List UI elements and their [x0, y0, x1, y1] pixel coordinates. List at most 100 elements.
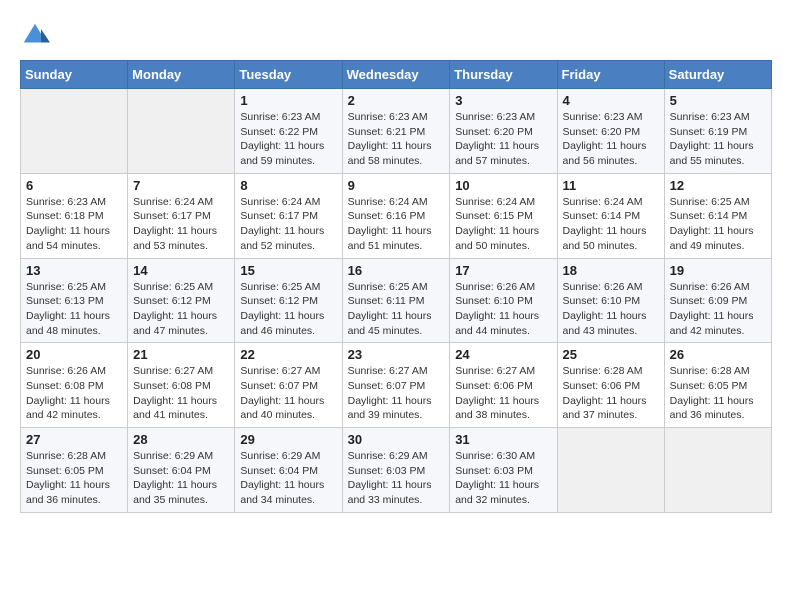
column-header-wednesday: Wednesday	[342, 61, 450, 89]
day-number: 22	[240, 347, 336, 362]
day-info: Sunrise: 6:27 AM Sunset: 6:08 PM Dayligh…	[133, 364, 229, 423]
calendar-cell: 6 Sunrise: 6:23 AM Sunset: 6:18 PM Daylig…	[21, 173, 128, 258]
day-number: 5	[670, 93, 766, 108]
column-header-tuesday: Tuesday	[235, 61, 342, 89]
calendar-cell: 17Sunrise: 6:26 AM Sunset: 6:10 PM Dayli…	[450, 258, 557, 343]
day-info: Sunrise: 6:29 AM Sunset: 6:04 PM Dayligh…	[133, 449, 229, 508]
calendar-cell: 28 Sunrise: 6:29 AM Sunset: 6:04 PM Dayli…	[128, 428, 235, 513]
day-number: 2	[348, 93, 445, 108]
day-info: Sunrise: 6:23 AM Sunset: 6:19 PM Dayligh…	[670, 110, 766, 169]
day-info: Sunrise: 6:27 AM Sunset: 6:07 PM Dayligh…	[240, 364, 336, 423]
day-info: Sunrise: 6:24 AM Sunset: 6:17 PM Dayligh…	[240, 195, 336, 254]
calendar-cell: 15 Sunrise: 6:25 AM Sunset: 6:12 PM Dayli…	[235, 258, 342, 343]
calendar-cell: 20 Sunrise: 6:26 AM Sunset: 6:08 PM Dayli…	[21, 343, 128, 428]
calendar-cell: 1 Sunrise: 6:23 AM Sunset: 6:22 PM Daylig…	[235, 89, 342, 174]
day-number: 18	[563, 263, 659, 278]
day-number: 8	[240, 178, 336, 193]
day-info: Sunrise: 6:23 AM Sunset: 6:21 PM Dayligh…	[348, 110, 445, 169]
calendar-cell: 19 Sunrise: 6:26 AM Sunset: 6:09 PM Dayli…	[664, 258, 771, 343]
day-info: Sunrise: 6:23 AM Sunset: 6:22 PM Dayligh…	[240, 110, 336, 169]
calendar-cell: 24Sunrise: 6:27 AM Sunset: 6:06 PM Dayli…	[450, 343, 557, 428]
day-number: 14	[133, 263, 229, 278]
day-info: Sunrise: 6:30 AM Sunset: 6:03 PM Dayligh…	[455, 449, 551, 508]
day-number: 4	[563, 93, 659, 108]
day-info: Sunrise: 6:28 AM Sunset: 6:05 PM Dayligh…	[26, 449, 122, 508]
day-number: 12	[670, 178, 766, 193]
day-number: 7	[133, 178, 229, 193]
calendar-cell: 4 Sunrise: 6:23 AM Sunset: 6:20 PM Daylig…	[557, 89, 664, 174]
calendar-cell	[664, 428, 771, 513]
day-number: 1	[240, 93, 336, 108]
day-info: Sunrise: 6:28 AM Sunset: 6:05 PM Dayligh…	[670, 364, 766, 423]
day-number: 28	[133, 432, 229, 447]
day-info: Sunrise: 6:25 AM Sunset: 6:11 PM Dayligh…	[348, 280, 445, 339]
day-number: 19	[670, 263, 766, 278]
calendar-cell: 10 Sunrise: 6:24 AM Sunset: 6:15 PM Dayli…	[450, 173, 557, 258]
day-number: 23	[348, 347, 445, 362]
calendar-cell: 3Sunrise: 6:23 AM Sunset: 6:20 PM Daylig…	[450, 89, 557, 174]
week-row-3: 13 Sunrise: 6:25 AM Sunset: 6:13 PM Dayli…	[21, 258, 772, 343]
calendar-cell: 7 Sunrise: 6:24 AM Sunset: 6:17 PM Daylig…	[128, 173, 235, 258]
calendar-cell: 21 Sunrise: 6:27 AM Sunset: 6:08 PM Dayli…	[128, 343, 235, 428]
day-info: Sunrise: 6:26 AM Sunset: 6:08 PM Dayligh…	[26, 364, 122, 423]
calendar-cell: 13 Sunrise: 6:25 AM Sunset: 6:13 PM Dayli…	[21, 258, 128, 343]
calendar-cell: 14Sunrise: 6:25 AM Sunset: 6:12 PM Dayli…	[128, 258, 235, 343]
calendar-cell	[557, 428, 664, 513]
day-number: 26	[670, 347, 766, 362]
logo-icon	[20, 20, 50, 50]
day-info: Sunrise: 6:27 AM Sunset: 6:07 PM Dayligh…	[348, 364, 445, 423]
calendar-cell: 31 Sunrise: 6:30 AM Sunset: 6:03 PM Dayli…	[450, 428, 557, 513]
day-info: Sunrise: 6:29 AM Sunset: 6:04 PM Dayligh…	[240, 449, 336, 508]
day-number: 20	[26, 347, 122, 362]
column-header-monday: Monday	[128, 61, 235, 89]
week-row-2: 6 Sunrise: 6:23 AM Sunset: 6:18 PM Daylig…	[21, 173, 772, 258]
day-number: 24	[455, 347, 551, 362]
calendar-cell: 18Sunrise: 6:26 AM Sunset: 6:10 PM Dayli…	[557, 258, 664, 343]
day-info: Sunrise: 6:26 AM Sunset: 6:09 PM Dayligh…	[670, 280, 766, 339]
day-number: 9	[348, 178, 445, 193]
day-number: 30	[348, 432, 445, 447]
calendar-cell: 9 Sunrise: 6:24 AM Sunset: 6:16 PM Daylig…	[342, 173, 450, 258]
calendar-cell	[128, 89, 235, 174]
day-number: 27	[26, 432, 122, 447]
page-header	[20, 20, 772, 50]
day-info: Sunrise: 6:25 AM Sunset: 6:13 PM Dayligh…	[26, 280, 122, 339]
day-info: Sunrise: 6:23 AM Sunset: 6:18 PM Dayligh…	[26, 195, 122, 254]
calendar-cell: 25Sunrise: 6:28 AM Sunset: 6:06 PM Dayli…	[557, 343, 664, 428]
calendar-cell: 16 Sunrise: 6:25 AM Sunset: 6:11 PM Dayli…	[342, 258, 450, 343]
week-row-4: 20 Sunrise: 6:26 AM Sunset: 6:08 PM Dayli…	[21, 343, 772, 428]
day-number: 6	[26, 178, 122, 193]
day-info: Sunrise: 6:24 AM Sunset: 6:14 PM Dayligh…	[563, 195, 659, 254]
day-info: Sunrise: 6:23 AM Sunset: 6:20 PM Dayligh…	[455, 110, 551, 169]
day-number: 11	[563, 178, 659, 193]
calendar-cell: 27 Sunrise: 6:28 AM Sunset: 6:05 PM Dayli…	[21, 428, 128, 513]
calendar-cell: 23 Sunrise: 6:27 AM Sunset: 6:07 PM Dayli…	[342, 343, 450, 428]
day-number: 25	[563, 347, 659, 362]
logo	[20, 20, 54, 50]
day-number: 15	[240, 263, 336, 278]
day-info: Sunrise: 6:24 AM Sunset: 6:15 PM Dayligh…	[455, 195, 551, 254]
day-info: Sunrise: 6:23 AM Sunset: 6:20 PM Dayligh…	[563, 110, 659, 169]
day-number: 31	[455, 432, 551, 447]
day-info: Sunrise: 6:24 AM Sunset: 6:17 PM Dayligh…	[133, 195, 229, 254]
day-number: 13	[26, 263, 122, 278]
day-number: 21	[133, 347, 229, 362]
calendar-cell: 11 Sunrise: 6:24 AM Sunset: 6:14 PM Dayli…	[557, 173, 664, 258]
day-info: Sunrise: 6:29 AM Sunset: 6:03 PM Dayligh…	[348, 449, 445, 508]
calendar-cell: 5 Sunrise: 6:23 AM Sunset: 6:19 PM Daylig…	[664, 89, 771, 174]
column-header-thursday: Thursday	[450, 61, 557, 89]
day-number: 10	[455, 178, 551, 193]
calendar-cell: 8 Sunrise: 6:24 AM Sunset: 6:17 PM Daylig…	[235, 173, 342, 258]
calendar-header-row: SundayMondayTuesdayWednesdayThursdayFrid…	[21, 61, 772, 89]
week-row-1: 1 Sunrise: 6:23 AM Sunset: 6:22 PM Daylig…	[21, 89, 772, 174]
day-info: Sunrise: 6:26 AM Sunset: 6:10 PM Dayligh…	[455, 280, 551, 339]
day-number: 29	[240, 432, 336, 447]
week-row-5: 27 Sunrise: 6:28 AM Sunset: 6:05 PM Dayli…	[21, 428, 772, 513]
calendar-cell: 12Sunrise: 6:25 AM Sunset: 6:14 PM Dayli…	[664, 173, 771, 258]
day-info: Sunrise: 6:25 AM Sunset: 6:12 PM Dayligh…	[240, 280, 336, 339]
calendar-cell: 2 Sunrise: 6:23 AM Sunset: 6:21 PM Daylig…	[342, 89, 450, 174]
column-header-sunday: Sunday	[21, 61, 128, 89]
day-info: Sunrise: 6:24 AM Sunset: 6:16 PM Dayligh…	[348, 195, 445, 254]
day-number: 16	[348, 263, 445, 278]
column-header-saturday: Saturday	[664, 61, 771, 89]
